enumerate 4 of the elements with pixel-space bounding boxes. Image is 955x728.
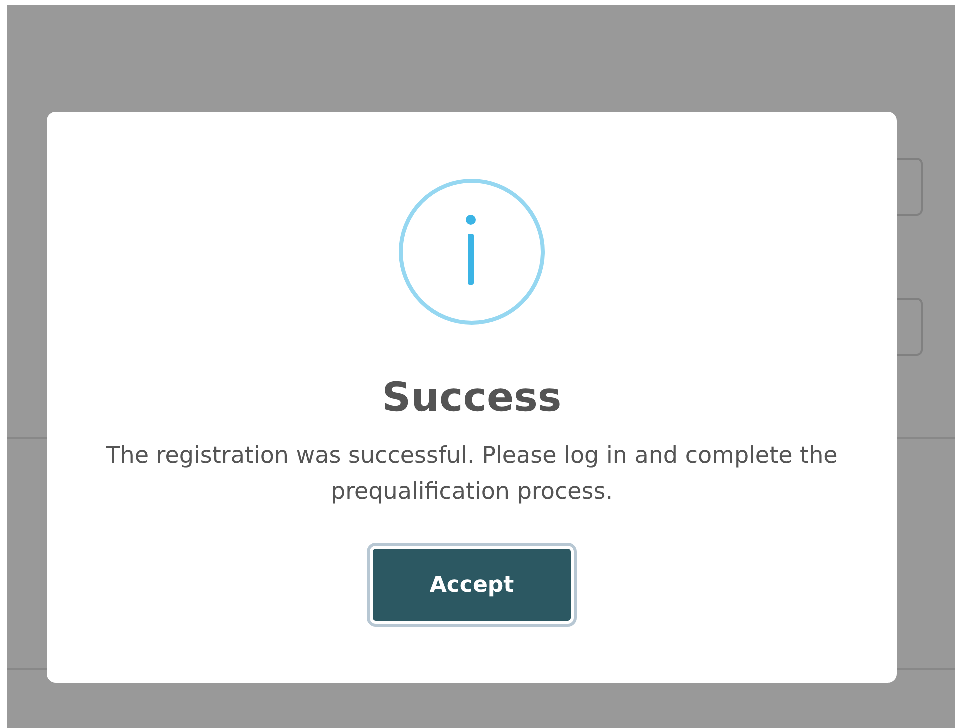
dialog-message: The registration was successful. Please log in and complete the prequalification process. [105, 442, 839, 507]
accept-button[interactable]: Accept [370, 546, 574, 624]
info-icon [398, 178, 546, 326]
dialog-title: Success [382, 374, 562, 422]
